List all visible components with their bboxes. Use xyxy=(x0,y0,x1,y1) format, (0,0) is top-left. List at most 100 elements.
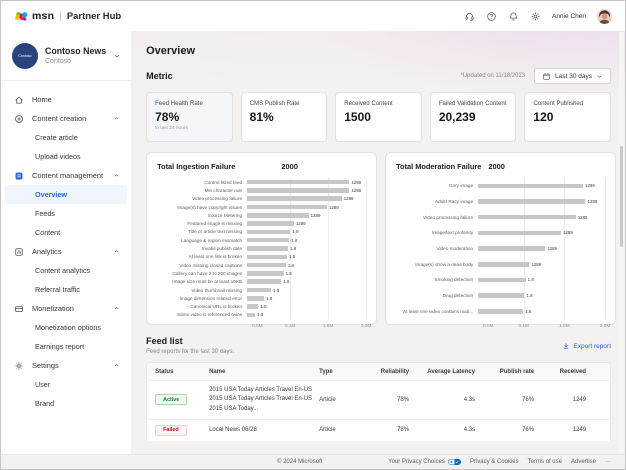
chart-bar[interactable] xyxy=(247,304,258,309)
chart-bar[interactable] xyxy=(478,184,583,189)
column-header-type[interactable]: Type xyxy=(319,369,357,375)
export-report-button[interactable]: Export report xyxy=(562,342,611,350)
sidebar-item-content-management[interactable]: Content management xyxy=(1,166,131,185)
user-name[interactable]: Annie Chen xyxy=(552,13,586,20)
settings-icon[interactable] xyxy=(530,11,541,22)
chart-category-label: Invalid publish date xyxy=(157,246,247,251)
chart-bar[interactable] xyxy=(247,221,294,226)
chart-bar[interactable] xyxy=(247,188,349,193)
chart-bar[interactable] xyxy=(247,230,290,235)
sidebar-item-earnings-report[interactable]: Earnings report xyxy=(1,337,131,356)
chart-bar[interactable] xyxy=(478,215,576,220)
chevron-up-icon[interactable] xyxy=(113,172,120,179)
chart-bar-value: 1289 xyxy=(578,215,588,220)
metric-card-value: 78% xyxy=(155,110,224,124)
metric-card-feed-health-rate[interactable]: Feed Health Rate78%In last 24 hours xyxy=(146,92,233,142)
chart-bar[interactable] xyxy=(247,288,271,293)
column-header-average-latency[interactable]: Average Latency xyxy=(413,369,475,375)
column-header-name[interactable]: Name xyxy=(209,369,315,375)
sidebar-item-home[interactable]: Home xyxy=(1,90,131,109)
notifications-icon[interactable] xyxy=(508,11,519,22)
table-row[interactable]: FailedLocal News 06/28Article78%4.3s76%1… xyxy=(147,419,610,441)
chart-bar[interactable] xyxy=(247,255,287,260)
chart-bar[interactable] xyxy=(478,278,526,283)
charts-row: Total Ingestion Failure 2000 Control lis… xyxy=(146,152,611,325)
help-icon[interactable] xyxy=(486,11,497,22)
sidebar-item-content-analytics[interactable]: Content analytics xyxy=(1,261,131,280)
chart-category-label: Smoking detection xyxy=(396,277,478,282)
column-header-status[interactable]: Status xyxy=(155,369,205,375)
metric-card-content-published[interactable]: Content Published120 xyxy=(524,92,611,142)
footer-link-your-privacy-choices[interactable]: Your Privacy Choices xyxy=(388,459,461,465)
chart-bar[interactable] xyxy=(478,262,529,267)
chart-bar[interactable] xyxy=(247,196,342,201)
sidebar-item-label: Referral traffic xyxy=(35,285,80,294)
scrollbar-thumb[interactable] xyxy=(620,146,623,247)
footer-link-advertise[interactable]: Advertise xyxy=(571,459,596,465)
scrollbar[interactable] xyxy=(619,32,624,453)
chevron-up-icon[interactable] xyxy=(113,305,120,312)
topbar-actions: Annie Chen xyxy=(464,9,612,24)
column-header-received[interactable]: Received xyxy=(538,369,586,375)
sidebar-item-analytics[interactable]: Analytics xyxy=(1,242,131,261)
sidebar-item-upload-videos[interactable]: Upload videos xyxy=(1,147,131,166)
sidebar-item-monetization-options[interactable]: Monetization options xyxy=(1,318,131,337)
sidebar-item-monetization[interactable]: Monetization xyxy=(1,299,131,318)
chart-bar[interactable] xyxy=(247,313,255,318)
date-range-dropdown[interactable]: Last 30 days xyxy=(534,68,611,84)
feed-list-section: Feed list Feed reports for the last 30 d… xyxy=(146,336,611,441)
column-header-failed[interactable]: Failed xyxy=(590,369,611,375)
chart-bar[interactable] xyxy=(478,309,523,314)
chevron-up-icon[interactable] xyxy=(113,248,120,255)
chart-bar-value: 1.8 xyxy=(283,279,289,284)
feed-name-cell[interactable]: Local News 06/28 xyxy=(209,426,315,435)
sidebar-item-settings[interactable]: Settings xyxy=(1,356,131,375)
chart-bar[interactable] xyxy=(478,199,585,204)
chart-bar-track: 1289 xyxy=(247,188,361,193)
user-avatar[interactable] xyxy=(597,9,612,24)
metric-card-received-content[interactable]: Received Content1500 xyxy=(335,92,422,142)
chart-bar[interactable] xyxy=(247,246,288,251)
chevron-up-icon[interactable] xyxy=(113,362,120,369)
sidebar-item-create-article[interactable]: Create article xyxy=(1,128,131,147)
chart-bar[interactable] xyxy=(247,263,286,268)
sidebar-item-feeds[interactable]: Feeds xyxy=(1,204,131,223)
chart-bar[interactable] xyxy=(247,205,327,210)
org-switcher[interactable]: Contoso Contoso News Contoso xyxy=(1,39,131,80)
msn-butterfly-logo-icon[interactable] xyxy=(14,10,28,22)
sidebar-item-content-creation[interactable]: Content creation xyxy=(1,109,131,128)
sidebar-item-label: Settings xyxy=(32,361,59,370)
chevron-down-icon[interactable] xyxy=(113,52,121,60)
brand-msn[interactable]: msn xyxy=(32,10,54,22)
chart-bar[interactable] xyxy=(478,293,524,298)
sidebar-item-user[interactable]: User xyxy=(1,375,131,394)
sidebar-item-overview[interactable]: Overview xyxy=(5,185,127,204)
chart-bar[interactable] xyxy=(247,296,264,301)
chevron-up-icon[interactable] xyxy=(113,115,120,122)
chart-bar[interactable] xyxy=(478,231,561,236)
chart-bar-value: 1289 xyxy=(585,183,595,188)
column-header-publish-rate[interactable]: Publish rate xyxy=(479,369,534,375)
sidebar-item-content[interactable]: Content xyxy=(1,223,131,242)
axis-tick-label: 2.0M xyxy=(361,323,371,328)
footer-link-[interactable]: ··· xyxy=(605,459,611,465)
chart-bar[interactable] xyxy=(247,180,349,185)
footer-link-privacy-cookies[interactable]: Privacy & Cookies xyxy=(470,459,519,465)
column-header-reliability[interactable]: Reliability xyxy=(361,369,409,375)
chart-total-value: 2000 xyxy=(281,162,297,171)
metric-card-failed-validation-content[interactable]: Failed Validation Content20,239 xyxy=(430,92,517,142)
chart-bar[interactable] xyxy=(247,238,289,243)
sidebar-item-referral-traffic[interactable]: Referral traffic xyxy=(1,280,131,299)
table-row[interactable]: Active2015 USA Today Articles Travel En-… xyxy=(147,380,610,419)
chart-bar[interactable] xyxy=(247,279,281,284)
headset-icon[interactable] xyxy=(464,11,475,22)
footer-link-label: ··· xyxy=(605,459,611,465)
chart-bar[interactable] xyxy=(247,213,309,218)
footer-link-terms-of-use[interactable]: Terms of use xyxy=(528,459,562,465)
feed-name-cell[interactable]: 2015 USA Today Articles Travel En-US 201… xyxy=(209,386,315,414)
metric-card-cms-publish-rate[interactable]: CMS Publish Rate81% xyxy=(241,92,328,142)
sidebar-item-brand[interactable]: Brand xyxy=(1,394,131,413)
chart-bar[interactable] xyxy=(247,271,283,276)
chart-bar[interactable] xyxy=(478,246,545,251)
sidebar-item-label: Home xyxy=(32,95,52,104)
